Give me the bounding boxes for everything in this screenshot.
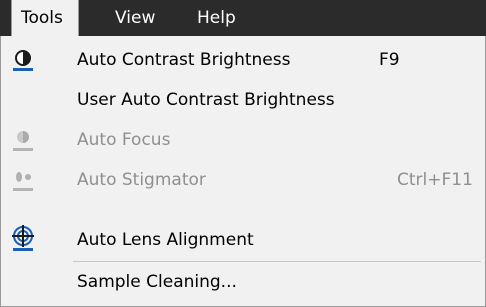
- menu-bar: Tools View Help: [0, 0, 486, 36]
- menu-view[interactable]: View: [115, 0, 155, 36]
- contrast-brightness-icon: [13, 50, 33, 71]
- menu-item-label: User Auto Contrast Brightness: [77, 90, 335, 110]
- menu-help[interactable]: Help: [197, 0, 236, 36]
- menu-item-auto-focus: Auto Focus: [1, 120, 485, 160]
- menu-item-auto-stigmator: Auto Stigmator Ctrl+F11: [1, 160, 485, 200]
- menu-item-shortcut: Ctrl+F11: [397, 170, 473, 190]
- tools-dropdown-menu: Auto Contrast Brightness F9 User Auto Co…: [0, 36, 486, 307]
- menu-item-label: Auto Lens Alignment: [77, 230, 254, 250]
- menu-tools[interactable]: Tools: [11, 0, 79, 36]
- menu-item-label: Auto Focus: [77, 130, 171, 150]
- focus-icon: [13, 131, 33, 151]
- menu-item-auto-contrast-brightness[interactable]: Auto Contrast Brightness F9: [1, 40, 485, 80]
- stigmator-icon: [13, 172, 33, 191]
- lens-alignment-icon: [12, 225, 34, 251]
- menu-item-label: Auto Contrast Brightness: [77, 50, 291, 70]
- menu-item-shortcut: F9: [379, 50, 400, 70]
- menu-item-label: Auto Stigmator: [77, 170, 206, 190]
- menu-item-sample-cleaning[interactable]: Sample Cleaning...: [1, 262, 485, 302]
- menu-item-user-auto-contrast-brightness[interactable]: User Auto Contrast Brightness: [1, 80, 485, 120]
- menu-item-auto-lens-alignment[interactable]: Auto Lens Alignment: [1, 220, 485, 260]
- menu-item-label: Sample Cleaning...: [77, 272, 237, 292]
